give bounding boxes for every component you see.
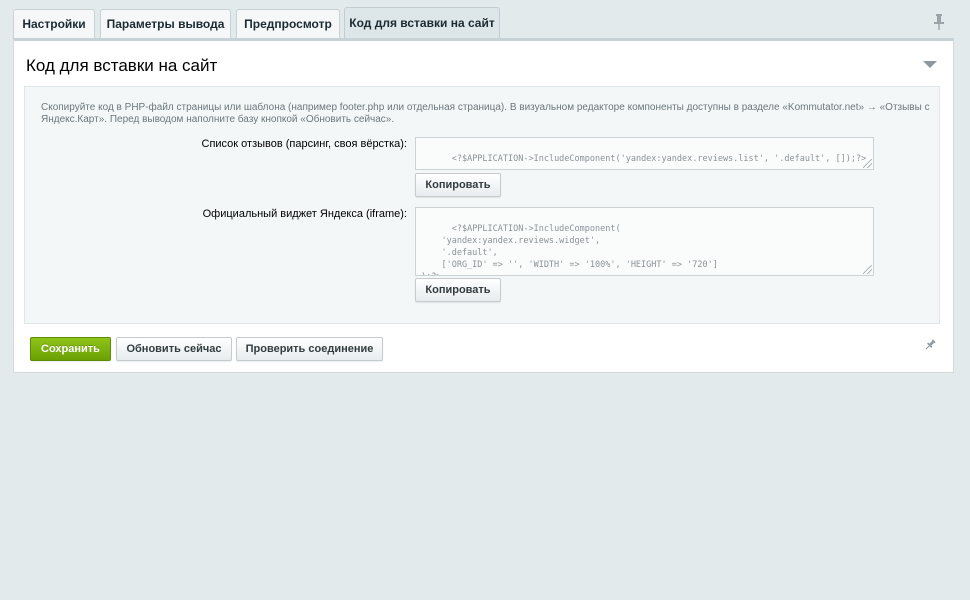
- resize-handle-icon[interactable]: [863, 265, 872, 274]
- pin-icon-svg: [934, 14, 944, 30]
- pin-icon-svg: [925, 339, 936, 350]
- button-label: Проверить соединение: [245, 343, 374, 355]
- tab-settings[interactable]: Настройки: [13, 9, 95, 38]
- pin-icon[interactable]: [934, 14, 944, 30]
- widget-code-field[interactable]: <?$APPLICATION->IncludeComponent( 'yande…: [415, 207, 874, 276]
- tab-preview[interactable]: Предпросмотр: [236, 9, 340, 38]
- pin-icon[interactable]: [924, 339, 936, 351]
- tab-bar: Настройки Параметры вывода Предпросмотр …: [13, 7, 954, 38]
- instructions-line-2: Яндекс.Карт». Перед выводом наполните ба…: [41, 114, 395, 125]
- settings-section: Скопируйте код в PHP-файл страницы или ш…: [24, 86, 940, 324]
- instructions-line-1: Скопируйте код в PHP-файл страницы или ш…: [41, 102, 930, 113]
- tab-embed-code[interactable]: Код для вставки на сайт: [344, 7, 500, 38]
- tab-output-params[interactable]: Параметры вывода: [100, 9, 231, 38]
- tab-label: Код для вставки на сайт: [349, 16, 495, 30]
- widget-code: <?$APPLICATION->IncludeComponent( 'yande…: [421, 224, 718, 275]
- resize-handle-icon[interactable]: [863, 159, 872, 168]
- instructions-text: Скопируйте код в PHP-файл страницы или ш…: [41, 102, 941, 126]
- panel-title: Код для вставки на сайт: [26, 56, 218, 75]
- copy-widget-button[interactable]: Копировать: [415, 278, 501, 302]
- reviews-list-code-field[interactable]: <?$APPLICATION->IncludeComponent('yandex…: [415, 137, 874, 170]
- tab-label: Параметры вывода: [106, 17, 225, 31]
- check-connection-button[interactable]: Проверить соединение: [236, 337, 383, 361]
- copy-reviews-list-button[interactable]: Копировать: [415, 173, 501, 197]
- tab-label: Предпросмотр: [244, 17, 332, 31]
- button-label: Сохранить: [41, 343, 100, 355]
- button-label: Обновить сейчас: [126, 343, 222, 355]
- reviews-list-label: Список отзывов (парсинг, своя вёрстка):: [201, 138, 407, 150]
- button-label: Копировать: [425, 284, 491, 296]
- button-label: Копировать: [425, 179, 491, 191]
- chevron-down-icon[interactable]: [923, 61, 937, 68]
- tab-label: Настройки: [22, 17, 86, 31]
- widget-label: Официальный виджет Яндекса (iframe):: [202, 208, 407, 220]
- save-button[interactable]: Сохранить: [30, 337, 111, 361]
- embed-code-panel: Код для вставки на сайт Скопируйте код в…: [13, 38, 954, 373]
- refresh-now-button[interactable]: Обновить сейчас: [116, 337, 232, 361]
- reviews-list-code: <?$APPLICATION->IncludeComponent('yandex…: [451, 154, 867, 164]
